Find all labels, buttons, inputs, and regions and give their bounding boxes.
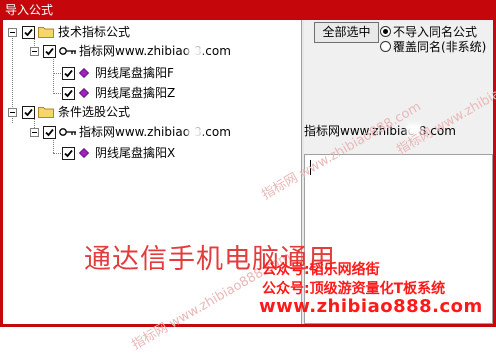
- radio-skip-duplicates[interactable]: 不导入同名公式: [380, 25, 477, 40]
- text-caret: [310, 160, 311, 175]
- tree-group-technical[interactable]: 技术指标公式: [3, 24, 293, 40]
- tree-item-f[interactable]: 阴线尾盘擒阳F: [3, 65, 293, 81]
- formula-gem-icon: [79, 68, 89, 78]
- tree-item-x[interactable]: 阴线尾盘擒阳X: [3, 145, 293, 161]
- tree-source-technical[interactable]: 指标网www.zhibiao 8.com: [3, 43, 293, 59]
- key-icon: [59, 47, 76, 55]
- checkbox[interactable]: [22, 106, 35, 119]
- radio-indicator[interactable]: [380, 41, 391, 52]
- radio-indicator[interactable]: [380, 26, 391, 37]
- checkbox[interactable]: [62, 67, 75, 80]
- promo-line-1: 公众号:韬乐网络街: [262, 262, 380, 278]
- formula-label: 阴线尾盘擒阳F: [95, 66, 174, 80]
- tree-group-label: 条件选股公式: [58, 105, 131, 119]
- dialog-titlebar: 导入公式: [0, 0, 496, 20]
- checkbox[interactable]: [22, 26, 35, 39]
- checkbox[interactable]: [43, 126, 56, 139]
- dialog-title: 导入公式: [5, 3, 54, 17]
- checkbox[interactable]: [62, 87, 75, 100]
- collapse-toggle[interactable]: [8, 108, 17, 117]
- formula-label: 阴线尾盘擒阳Z: [95, 86, 176, 100]
- folder-icon: [38, 27, 54, 38]
- collapse-toggle[interactable]: [30, 128, 39, 137]
- radio-label: 不导入同名公式: [393, 25, 478, 39]
- tree-group-label: 技术指标公式: [58, 25, 131, 39]
- checkbox[interactable]: [62, 147, 75, 160]
- formula-gem-icon: [79, 148, 89, 158]
- source-label: 指标网www.zhibiao 8.com: [79, 44, 231, 58]
- tree-item-z[interactable]: 阴线尾盘擒阳Z: [3, 85, 293, 101]
- formula-label: 阴线尾盘擒阳X: [95, 146, 176, 160]
- promo-url: www.zhibiao888.com: [259, 296, 483, 317]
- collapse-toggle[interactable]: [8, 28, 17, 37]
- radio-label: 覆盖同名(非系统): [393, 40, 487, 54]
- select-all-button[interactable]: 全部选中: [314, 22, 379, 43]
- formula-gem-icon: [79, 88, 89, 98]
- tree-group-screening[interactable]: 条件选股公式: [3, 104, 293, 120]
- source-label: 指标网www.zhibiao 8.com: [79, 125, 231, 139]
- folder-icon: [38, 107, 54, 118]
- formula-source-info: 指标网www.zhibiao 8.com: [304, 124, 456, 138]
- checkbox[interactable]: [43, 45, 56, 58]
- formula-tree[interactable]: 技术指标公式 指标网www.zhibiao 8.com 阴线尾盘擒阳F 阴线尾盘…: [3, 20, 301, 324]
- promo-line-2: 公众号:顶级游资量化T板系统: [262, 281, 446, 297]
- radio-overwrite[interactable]: 覆盖同名(非系统): [380, 40, 486, 55]
- tree-source-screening[interactable]: 指标网www.zhibiao 8.com: [3, 124, 293, 140]
- collapse-toggle[interactable]: [30, 47, 39, 56]
- key-icon: [59, 128, 76, 136]
